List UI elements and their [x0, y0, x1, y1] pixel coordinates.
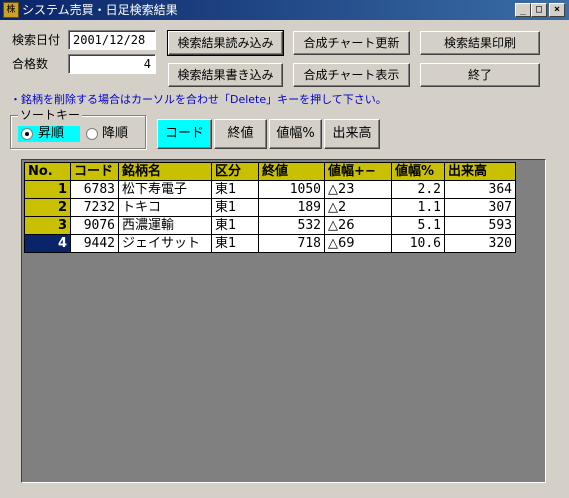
table-row[interactable]: 2 7232 トキコ 東1 189 △2 1.1 307: [24, 198, 516, 217]
cell-change-pct[interactable]: 10.6: [391, 234, 445, 253]
table-header-row: No. コード 銘柄名 区分 終値 値幅+− 値幅% 出来高: [24, 162, 516, 181]
chart-show-button[interactable]: 合成チャート表示: [293, 63, 410, 87]
exit-button[interactable]: 終了: [420, 63, 540, 87]
sort-key-title: ソートキー: [18, 108, 83, 122]
sort-key-volume-button[interactable]: 出来高: [324, 119, 380, 149]
sort-key-code-button[interactable]: コード: [157, 119, 212, 149]
table-row[interactable]: 1 6783 松下寿電子 東1 1050 △23 2.2 364: [24, 180, 516, 199]
cell-volume[interactable]: 364: [444, 180, 516, 199]
column-header-close[interactable]: 終値: [258, 162, 325, 181]
sort-desc-label: 降順: [102, 126, 129, 141]
cell-name[interactable]: 松下寿電子: [118, 180, 212, 199]
window-title: システム売買・日足検索結果: [22, 3, 178, 17]
pass-count-label: 合格数: [12, 57, 49, 71]
table-row-selected[interactable]: 4 9442 ジェイサット 東1 718 △69 10.6 320: [24, 234, 516, 253]
cell-code[interactable]: 7232: [70, 198, 119, 217]
column-header-change[interactable]: 値幅+−: [324, 162, 392, 181]
results-table: No. コード 銘柄名 区分 終値 値幅+− 値幅% 出来高 1 6783 松下…: [24, 162, 516, 253]
row-number[interactable]: 2: [24, 198, 71, 217]
cell-market[interactable]: 東1: [211, 234, 259, 253]
cell-volume[interactable]: 320: [444, 234, 516, 253]
column-header-market[interactable]: 区分: [211, 162, 259, 181]
cell-volume[interactable]: 593: [444, 216, 516, 235]
cell-name[interactable]: トキコ: [118, 198, 212, 217]
column-header-change-pct[interactable]: 値幅%: [391, 162, 445, 181]
cell-close[interactable]: 1050: [258, 180, 325, 199]
row-number[interactable]: 1: [24, 180, 71, 199]
cell-change-pct[interactable]: 1.1: [391, 198, 445, 217]
results-grid[interactable]: No. コード 銘柄名 区分 終値 値幅+− 値幅% 出来高 1 6783 松下…: [21, 159, 546, 483]
table-row[interactable]: 3 9076 西濃運輸 東1 532 △26 5.1 593: [24, 216, 516, 235]
chart-update-button[interactable]: 合成チャート更新: [293, 31, 410, 55]
minimize-button[interactable]: _: [515, 3, 531, 17]
cell-change-pct[interactable]: 5.1: [391, 216, 445, 235]
cell-market[interactable]: 東1: [211, 216, 259, 235]
cell-market[interactable]: 東1: [211, 198, 259, 217]
sort-desc-option[interactable]: 降順: [84, 126, 140, 142]
save-results-button[interactable]: 検索結果書き込み: [168, 63, 283, 87]
cell-close[interactable]: 189: [258, 198, 325, 217]
cell-change[interactable]: △23: [324, 180, 392, 199]
app-icon[interactable]: 株: [3, 2, 19, 18]
cell-code[interactable]: 9076: [70, 216, 119, 235]
sort-key-pct-button[interactable]: 値幅%: [269, 119, 322, 149]
cell-code[interactable]: 9442: [70, 234, 119, 253]
load-results-button[interactable]: 検索結果読み込み: [167, 30, 284, 56]
row-number[interactable]: 4: [24, 234, 71, 253]
column-header-no[interactable]: No.: [24, 162, 71, 181]
column-header-code[interactable]: コード: [70, 162, 119, 181]
maximize-button[interactable]: □: [531, 3, 547, 17]
cell-name[interactable]: 西濃運輸: [118, 216, 212, 235]
sort-asc-radio[interactable]: [21, 128, 33, 140]
sort-key-close-button[interactable]: 終値: [214, 119, 267, 149]
cell-change[interactable]: △26: [324, 216, 392, 235]
cell-close[interactable]: 532: [258, 216, 325, 235]
sort-desc-radio[interactable]: [86, 128, 98, 140]
search-date-field[interactable]: 2001/12/28: [68, 30, 156, 50]
cell-change[interactable]: △2: [324, 198, 392, 217]
cell-change-pct[interactable]: 2.2: [391, 180, 445, 199]
sort-asc-label: 昇順: [38, 126, 65, 141]
delete-hint: ・銘柄を削除する場合はカーソルを合わせ「Delete」キーを押して下さい。: [10, 93, 387, 106]
close-button[interactable]: ×: [549, 3, 565, 17]
pass-count-field[interactable]: 4: [68, 54, 156, 74]
cell-volume[interactable]: 307: [444, 198, 516, 217]
sort-asc-option[interactable]: 昇順: [18, 126, 80, 142]
cell-change[interactable]: △69: [324, 234, 392, 253]
cell-market[interactable]: 東1: [211, 180, 259, 199]
cell-close[interactable]: 718: [258, 234, 325, 253]
row-number[interactable]: 3: [24, 216, 71, 235]
search-date-label: 検索日付: [12, 33, 61, 47]
column-header-volume[interactable]: 出来高: [444, 162, 516, 181]
cell-name[interactable]: ジェイサット: [118, 234, 212, 253]
cell-code[interactable]: 6783: [70, 180, 119, 199]
print-results-button[interactable]: 検索結果印刷: [420, 31, 540, 55]
column-header-name[interactable]: 銘柄名: [118, 162, 212, 181]
